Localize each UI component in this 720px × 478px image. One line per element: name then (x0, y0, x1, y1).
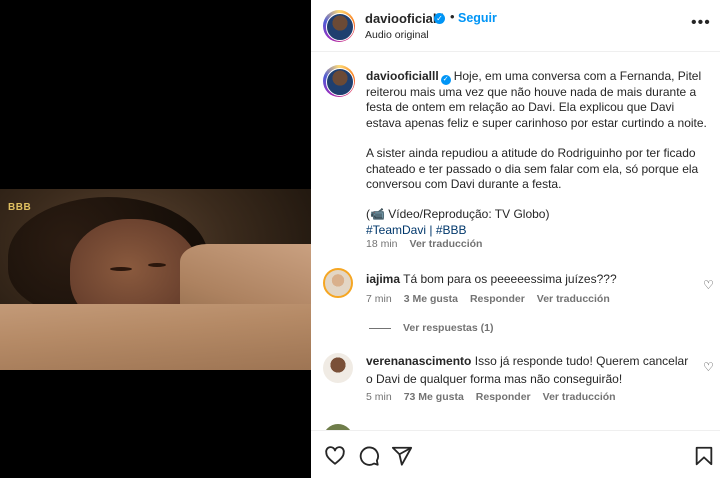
comment-reply-button[interactable]: Responder (476, 391, 531, 403)
comment-translate-link[interactable]: Ver traducción (537, 293, 610, 305)
video-eye (148, 263, 166, 267)
author-username[interactable]: daviooficialll (365, 11, 444, 26)
comment-meta: 7 min 3 Me gusta Responder Ver traducción (366, 293, 622, 305)
comment-icon[interactable] (358, 445, 380, 467)
video-frame[interactable]: BBB (0, 189, 311, 370)
view-replies-button[interactable]: Ver respuestas (1) (369, 322, 493, 334)
comment-like-heart-icon[interactable]: ♡ (703, 360, 714, 374)
post-media[interactable]: BBB (0, 0, 311, 478)
author-avatar[interactable] (323, 10, 355, 42)
caption-hashtags: #TeamDavi | #BBB (366, 223, 711, 238)
video-eye (110, 267, 132, 271)
separator-dot: • (450, 9, 455, 24)
post-caption: daviooficialll ✓ Hoje, em uma conversa com… (366, 69, 711, 238)
comment-username[interactable]: iajima (366, 272, 400, 286)
comment-meta: 5 min 73 Me gusta Responder Ver traducción (366, 391, 628, 403)
audio-label[interactable]: Audio original (365, 29, 429, 41)
comment-avatar[interactable] (323, 268, 353, 298)
comment-text: verenanascimento Isso já responde tudo! … (366, 352, 696, 388)
comment-username[interactable]: verenanascimento (366, 354, 471, 368)
comment-body: Tá bom para os peeeeessima juízes??? (403, 272, 617, 286)
hashtag-teamdavi[interactable]: #TeamDavi (366, 223, 426, 237)
action-bar (311, 430, 720, 478)
comment-likes[interactable]: 73 Me gusta (404, 391, 464, 403)
video-blanket (0, 304, 311, 370)
hashtag-bbb[interactable]: #BBB (436, 223, 467, 237)
comment-avatar[interactable] (323, 353, 353, 383)
comments-scroll[interactable]: daviooficialll ✓ Hoje, em uma conversa com… (311, 52, 720, 430)
caption-translate-link[interactable]: Ver traducción (410, 238, 483, 250)
view-replies-label: Ver respuestas (1) (403, 322, 494, 334)
bookmark-icon[interactable] (693, 445, 715, 467)
caption-credit: (📹 Vídeo/Reprodução: TV Globo) (366, 207, 550, 222)
caption-avatar[interactable] (323, 65, 355, 97)
bbb-watermark: BBB (8, 202, 32, 213)
verified-icon: ✓ (440, 75, 451, 85)
comment-likes[interactable]: 3 Me gusta (404, 293, 458, 305)
caption-time: 18 min (366, 238, 398, 250)
caption-meta: 18 min Ver traducción (366, 238, 494, 250)
comment-time: 7 min (366, 293, 392, 305)
replies-line (369, 327, 391, 329)
more-options-icon[interactable]: ••• (691, 14, 711, 32)
follow-button[interactable]: Seguir (458, 11, 497, 25)
post-header: daviooficialll ✓ • Seguir Audio original… (311, 0, 720, 52)
comment-time: 5 min (366, 391, 392, 403)
comment-reply-button[interactable]: Responder (470, 293, 525, 305)
comment-text: iajima Tá bom para os peeeeessima juízes… (366, 270, 696, 288)
comment-translate-link[interactable]: Ver traducción (543, 391, 616, 403)
heart-icon[interactable] (324, 445, 346, 467)
hashtag-separator: | (426, 222, 436, 237)
comment-like-heart-icon[interactable]: ♡ (703, 278, 714, 292)
post-panel: daviooficialll ✓ • Seguir Audio original… (311, 0, 720, 478)
caption-username[interactable]: daviooficialll (366, 69, 439, 83)
caption-paragraph-2: A sister ainda repudiou a atitude do Rod… (366, 146, 699, 192)
share-icon[interactable] (391, 445, 413, 467)
verified-icon: ✓ (434, 13, 445, 24)
